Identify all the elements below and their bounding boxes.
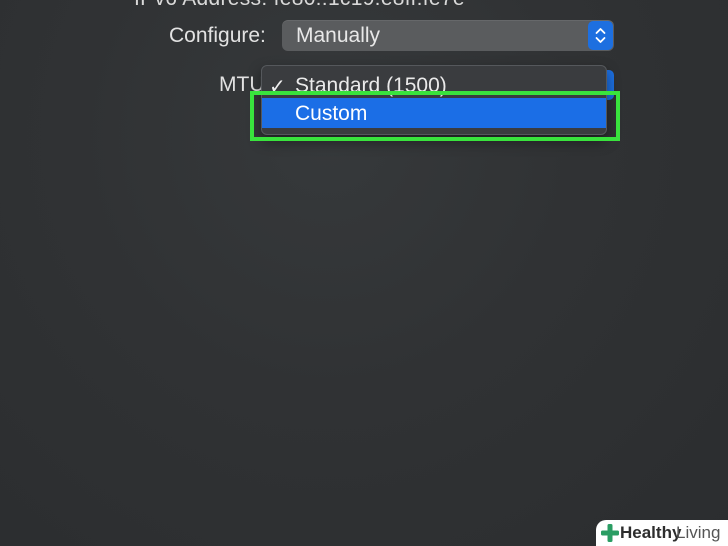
configure-popup-button[interactable]: Manually xyxy=(282,20,614,51)
configure-popup-value: Manually xyxy=(296,24,381,47)
highlight-box xyxy=(250,91,620,141)
watermark-word-living: Living xyxy=(676,523,721,542)
watermark-logo: Healthy Living xyxy=(596,520,728,546)
up-down-chevron-icon xyxy=(588,21,613,50)
healthy-living-plus-icon xyxy=(601,524,619,542)
ipv6-address-row-cut: IPv6 Address: fe80::1c19:e8ff:fe7e xyxy=(134,0,465,11)
watermark-word-healthy: Healthy xyxy=(620,523,682,542)
configure-label: Configure: xyxy=(169,24,266,47)
